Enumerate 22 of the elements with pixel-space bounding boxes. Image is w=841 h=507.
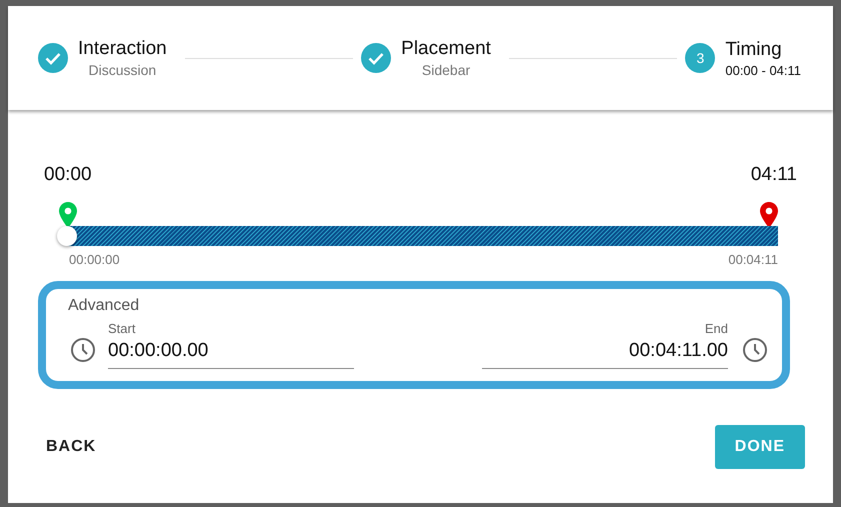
field-label: End (704, 321, 728, 336)
clock-icon[interactable] (742, 337, 768, 363)
step-title: Timing (725, 38, 782, 60)
start-pin-icon[interactable] (59, 202, 77, 228)
end-pin-icon[interactable] (760, 202, 778, 228)
end-time: 04:11 (750, 164, 797, 186)
back-button[interactable]: BACK (38, 430, 104, 464)
clock-icon[interactable] (70, 337, 96, 363)
panel-title: Advanced (68, 297, 140, 315)
step-subtitle: Sidebar (422, 62, 470, 78)
end-time-field[interactable]: 00:04:11.00 (482, 336, 728, 369)
start-time-field[interactable]: 00:00:00.00 (108, 336, 354, 369)
end-tick: 00:04:11 (728, 252, 778, 267)
step-title: Placement (401, 38, 491, 60)
start-time: 00:00 (44, 164, 92, 186)
step-title: Interaction (78, 38, 167, 60)
step-number: 3 (685, 43, 716, 73)
step-subtitle: 00:00 - 04:11 (725, 62, 802, 78)
slider-thumb[interactable] (57, 226, 77, 246)
step-subtitle: Discussion (88, 62, 156, 78)
field-label: Start (108, 321, 136, 336)
start-tick: 00:00:00 (69, 252, 120, 267)
